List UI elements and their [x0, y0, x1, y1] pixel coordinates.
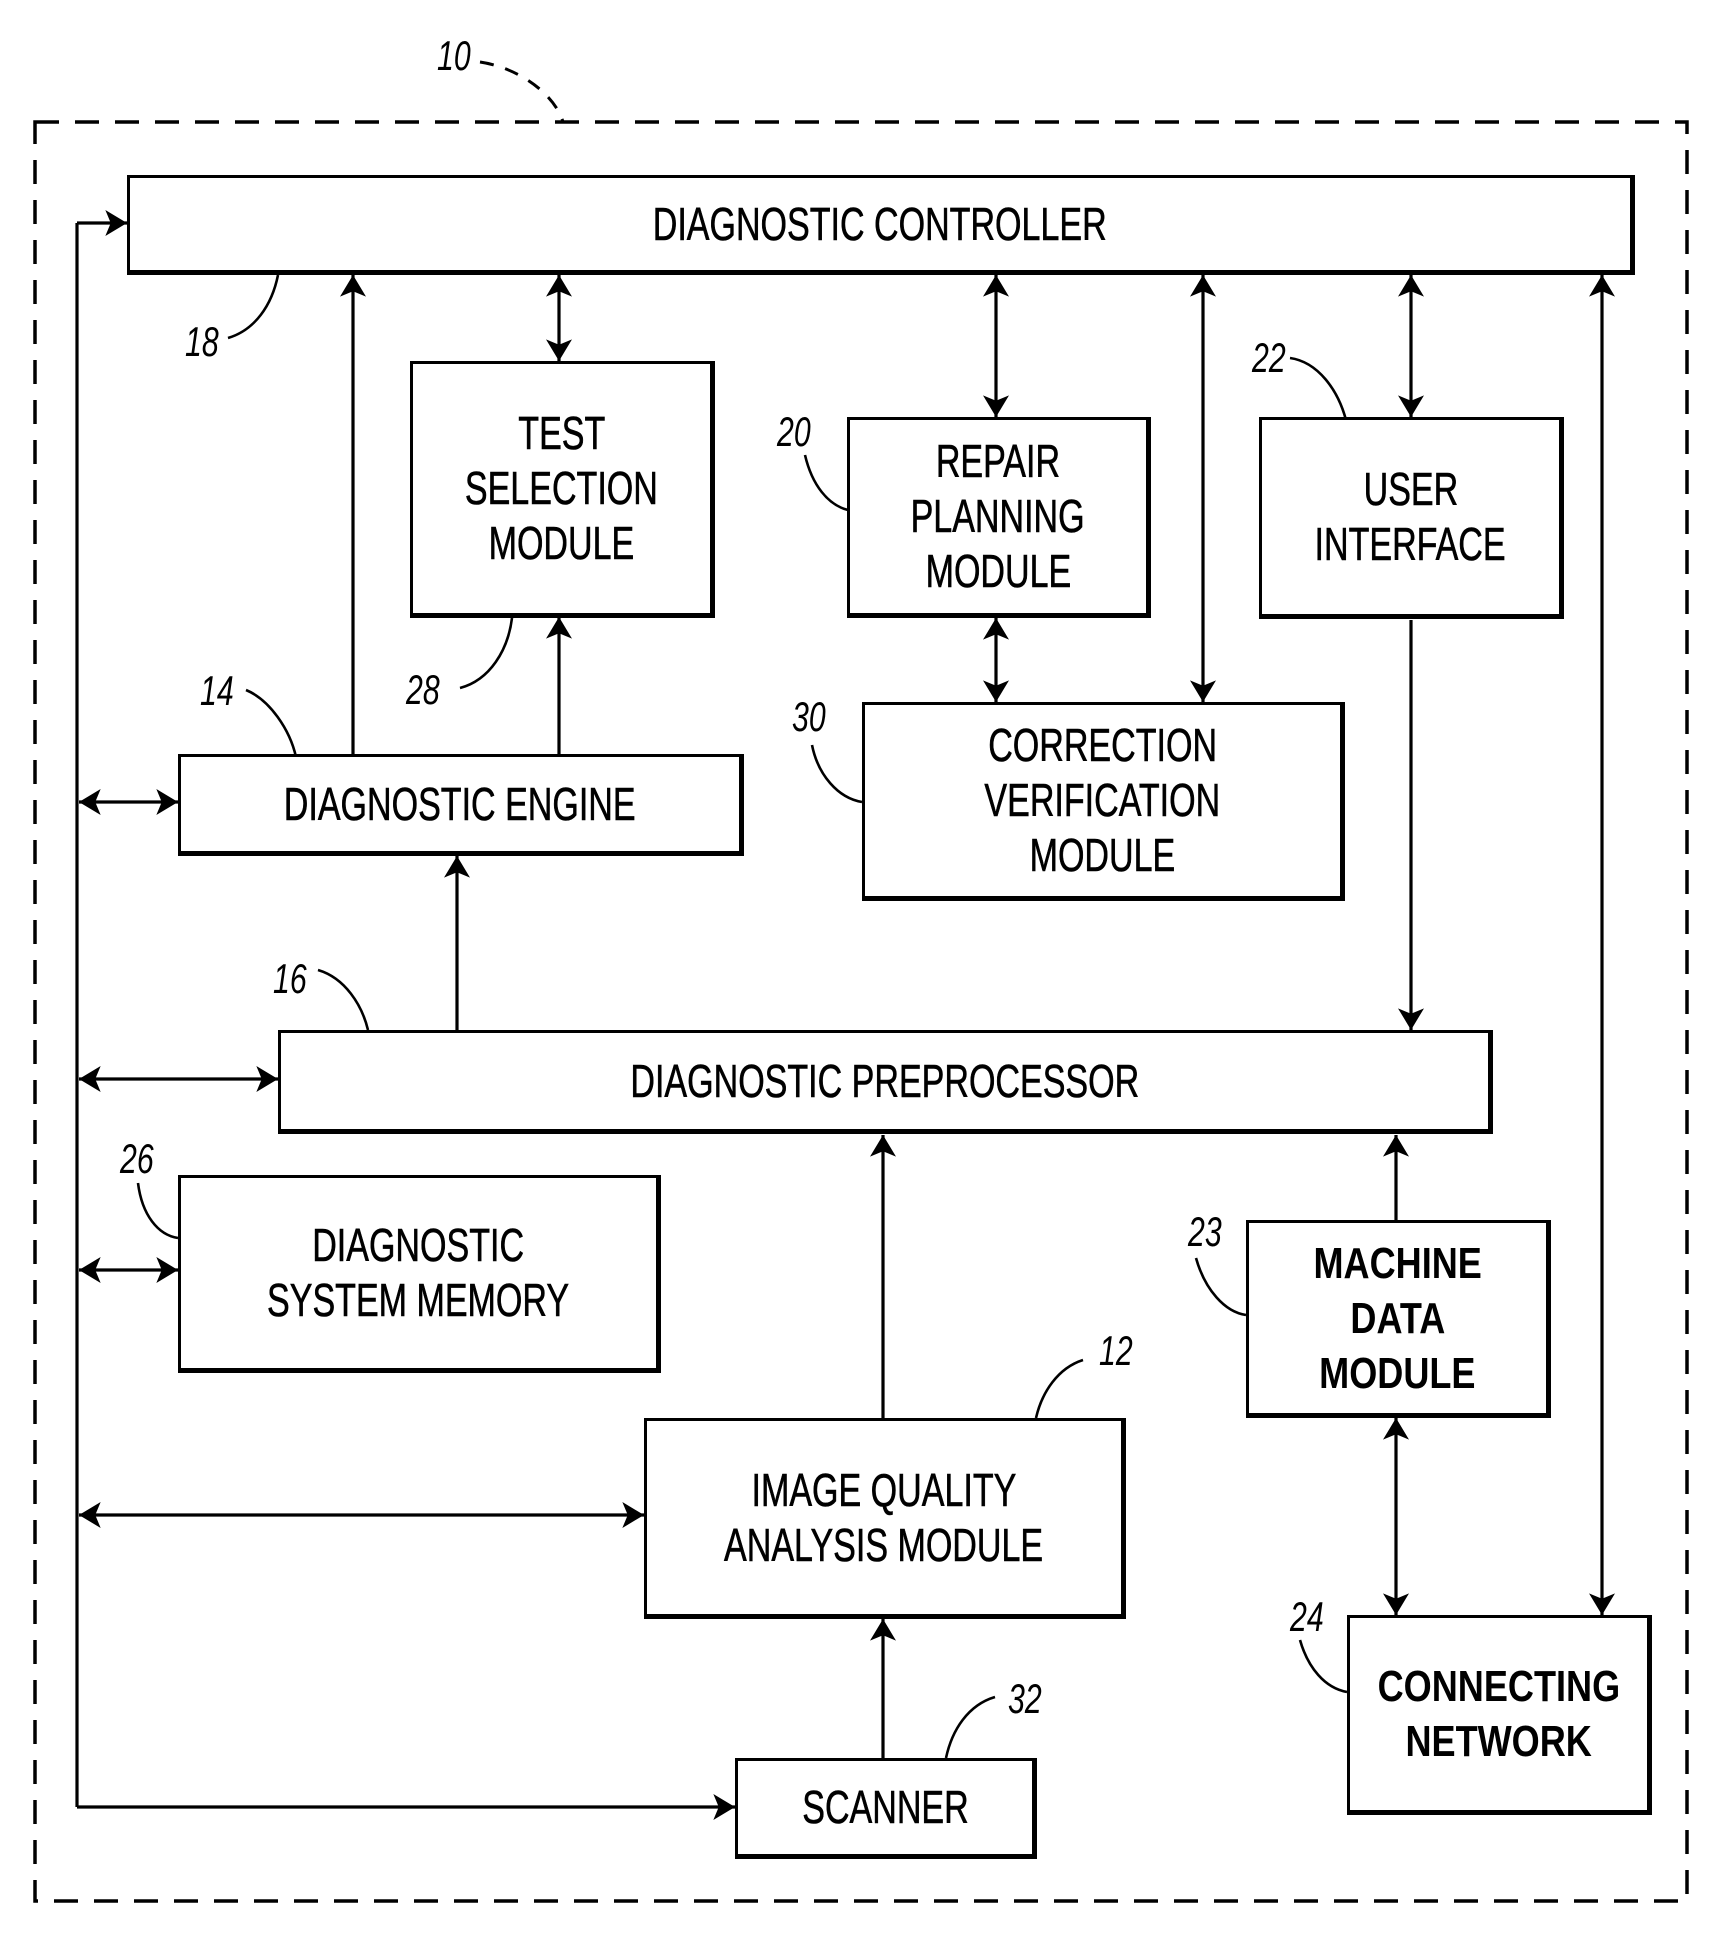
scanner-box: SCANNER	[735, 1758, 1037, 1859]
leader-23	[1194, 1257, 1247, 1317]
diagnostic-system-memory-box: DIAGNOSTIC SYSTEM MEMORY	[178, 1175, 661, 1373]
ref-26: 26	[120, 1135, 154, 1182]
leader-14	[245, 688, 298, 758]
box-label: DIAGNOSTIC ENGINE	[284, 777, 636, 830]
leader-10	[479, 60, 565, 123]
ref-20: 20	[777, 408, 811, 455]
box-label: REPAIR	[935, 435, 1061, 488]
ref-16: 16	[273, 955, 307, 1002]
box-label: CORRECTION	[988, 719, 1217, 772]
leader-20	[803, 454, 849, 512]
box-label: MODULE	[925, 545, 1071, 598]
box-label: DATA	[1350, 1293, 1445, 1343]
leader-24	[1298, 1639, 1348, 1694]
ref-14: 14	[200, 667, 234, 714]
box-label: CONNECTING	[1377, 1662, 1620, 1711]
ref-28: 28	[406, 666, 440, 713]
box-label: VERIFICATION	[984, 774, 1221, 827]
box-label: INTERFACE	[1314, 518, 1507, 571]
box-label: TEST	[518, 407, 605, 460]
leader-30	[810, 744, 863, 804]
box-label: MODULE	[1319, 1348, 1476, 1398]
box-label: MACHINE	[1313, 1238, 1482, 1288]
leader-28	[459, 617, 514, 690]
repair-planning-module-box: REPAIR PLANNING MODULE	[847, 417, 1151, 618]
diagnostic-engine-box: DIAGNOSTIC ENGINE	[178, 754, 744, 856]
box-label: NETWORK	[1405, 1717, 1592, 1766]
leader-26	[136, 1182, 179, 1240]
ref-12: 12	[1099, 1327, 1133, 1374]
leader-12	[1034, 1358, 1084, 1419]
leader-32	[944, 1695, 996, 1759]
box-label: DIAGNOSTIC	[312, 1219, 525, 1272]
box-label: DIAGNOSTIC CONTROLLER	[653, 197, 1107, 250]
ref-10: 10	[437, 32, 471, 79]
user-interface-box: USER INTERFACE	[1259, 417, 1564, 619]
box-label: SCANNER	[801, 1781, 969, 1834]
correction-verification-module-box: CORRECTION VERIFICATION MODULE	[862, 702, 1345, 901]
machine-data-module-box: MACHINE DATA MODULE	[1246, 1220, 1551, 1418]
leader-16	[317, 968, 370, 1031]
connecting-network-box: CONNECTING NETWORK	[1347, 1615, 1652, 1815]
leader-22	[1289, 356, 1348, 421]
diagnostic-preprocessor-box: DIAGNOSTIC PREPROCESSOR	[278, 1030, 1493, 1134]
leader-18	[227, 274, 280, 340]
test-selection-module-box: TEST SELECTION MODULE	[410, 361, 715, 618]
box-label: SYSTEM MEMORY	[267, 1274, 570, 1327]
box-label: DIAGNOSTIC PREPROCESSOR	[630, 1054, 1139, 1107]
box-label: MODULE	[488, 517, 635, 570]
image-quality-analysis-module-box: IMAGE QUALITY ANALYSIS MODULE	[644, 1418, 1126, 1619]
ref-23: 23	[1188, 1208, 1222, 1255]
box-label: MODULE	[1029, 829, 1176, 882]
box-label: PLANNING	[910, 490, 1086, 543]
box-label: SELECTION	[465, 462, 658, 515]
ref-18: 18	[185, 318, 219, 365]
box-label: USER	[1363, 463, 1458, 516]
ref-22: 22	[1252, 334, 1286, 381]
box-label: IMAGE QUALITY	[751, 1463, 1017, 1516]
ref-32: 32	[1008, 1675, 1042, 1722]
ref-30: 30	[792, 693, 826, 740]
diagnostic-controller-box: DIAGNOSTIC CONTROLLER	[127, 175, 1635, 275]
box-label: ANALYSIS MODULE	[724, 1518, 1044, 1571]
ref-24: 24	[1290, 1593, 1324, 1640]
